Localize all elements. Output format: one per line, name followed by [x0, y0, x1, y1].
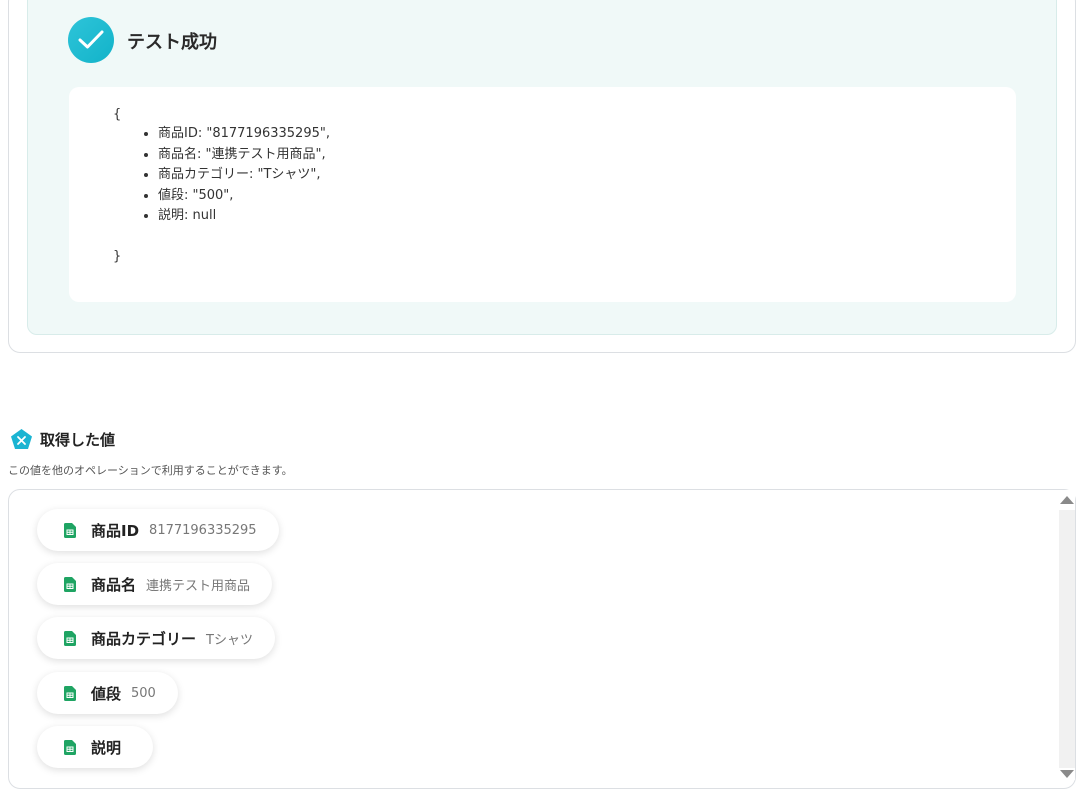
json-field: 商品カテゴリー: "Tシャツ",: [158, 165, 330, 186]
spreadsheet-icon: [64, 739, 76, 755]
value-chip-key: 商品ID: [91, 521, 140, 540]
json-field: 値段: "500",: [158, 186, 330, 207]
scroll-up-arrow-icon[interactable]: [1060, 496, 1074, 504]
value-chip-product-id[interactable]: 商品ID 8177196335295: [37, 509, 279, 551]
spreadsheet-icon: [64, 685, 76, 701]
json-field: 説明: null: [158, 206, 330, 227]
check-circle-icon: [68, 17, 114, 63]
value-chip-product-category[interactable]: 商品カテゴリー Tシャツ: [37, 617, 275, 659]
value-chip-key: 値段: [91, 684, 122, 703]
value-chip-product-name[interactable]: 商品名 連携テスト用商品: [37, 563, 273, 605]
json-field: 商品ID: "8177196335295",: [158, 124, 330, 145]
value-chip-key: 説明: [91, 738, 122, 757]
scroll-down-arrow-icon[interactable]: [1060, 770, 1074, 778]
test-success-title: テスト成功: [127, 32, 217, 53]
value-chip-key: 商品カテゴリー: [91, 629, 197, 648]
variable-x-icon: [11, 429, 32, 449]
spreadsheet-icon: [64, 630, 76, 646]
spreadsheet-icon: [64, 522, 76, 538]
value-chip-value: 8177196335295: [149, 522, 257, 538]
obtained-values-description: この値を他のオペレーションで利用することができます。: [8, 464, 293, 477]
value-chip-value: 500: [131, 685, 156, 701]
json-open-brace: {: [113, 107, 122, 122]
value-chip-key: 商品名: [91, 575, 137, 594]
scrollbar-track[interactable]: [1059, 510, 1075, 768]
spreadsheet-icon: [64, 576, 76, 592]
value-chip-description[interactable]: 説明: [37, 726, 154, 768]
value-chip-value: Tシャツ: [206, 632, 253, 648]
value-chip-price[interactable]: 値段 500: [37, 672, 178, 714]
obtained-values-title: 取得した値: [40, 431, 116, 449]
json-close-brace: }: [113, 249, 122, 264]
json-field-list: 商品ID: "8177196335295", 商品名: "連携テスト用商品", …: [140, 124, 330, 227]
json-field: 商品名: "連携テスト用商品",: [158, 145, 330, 166]
value-chip-value: 連携テスト用商品: [146, 578, 251, 594]
